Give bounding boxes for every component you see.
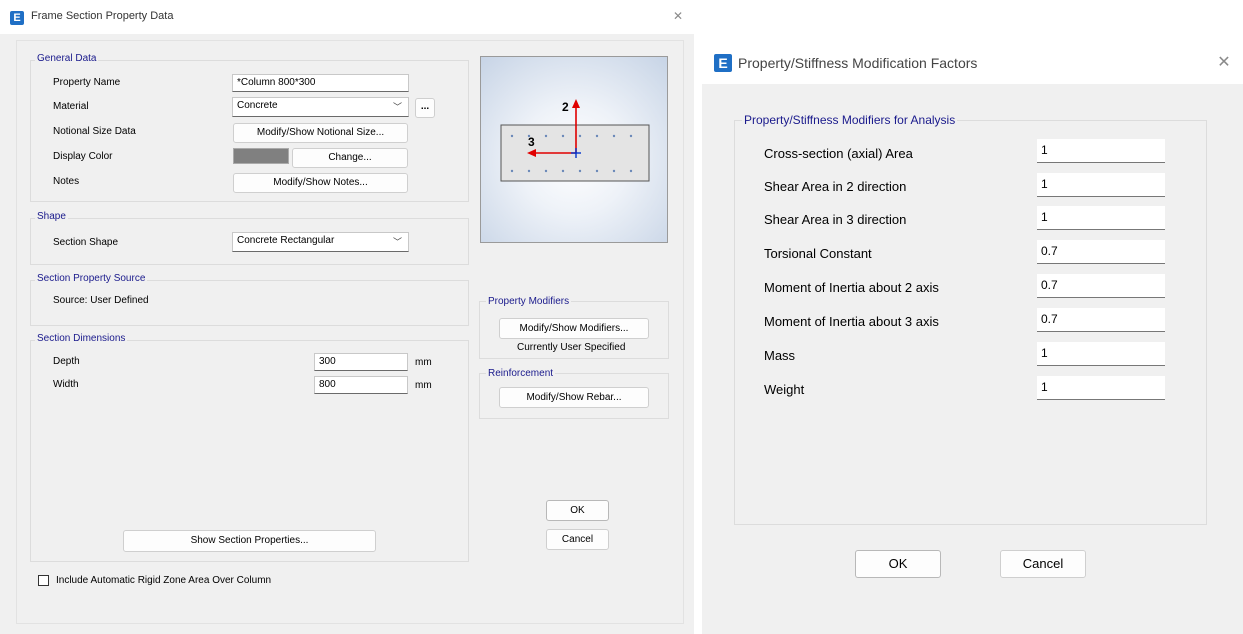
close-icon[interactable]: ✕ [668,9,688,23]
depth-unit: mm [415,357,432,368]
modifiers-status: Currently User Specified [517,342,626,353]
notional-size-label: Notional Size Data [53,126,136,137]
dialog-title: Property/Stiffness Modification Factors [738,55,978,71]
general-data-legend: General Data [35,53,99,64]
source-text: Source: User Defined [53,295,149,306]
chevron-down-icon: ﹀ [392,102,402,112]
section-shape-label: Section Shape [53,237,119,248]
cancel-button[interactable]: Cancel [1000,550,1086,578]
width-input[interactable]: 800 [314,376,408,394]
notes-label: Notes [53,176,80,187]
modifier-input[interactable]: 0.7 [1037,240,1165,264]
close-icon[interactable]: ✕ [1212,52,1236,72]
etabs-app-icon: E [714,54,732,72]
modify-modifiers-button[interactable]: Modify/Show Modifiers... [499,318,649,339]
rigid-zone-checkbox[interactable] [38,575,49,586]
modifier-label: Moment of Inertia about 2 axis [764,280,939,295]
modifier-input[interactable]: 1 [1037,173,1165,197]
modifier-input[interactable]: 1 [1037,139,1165,163]
width-label: Width [53,379,79,390]
modifier-label: Torsional Constant [764,246,872,261]
modify-rebar-button[interactable]: Modify/Show Rebar... [499,387,649,408]
property-name-label: Property Name [53,77,121,88]
width-unit: mm [415,380,432,391]
property-name-input[interactable]: *Column 800*300 [232,74,409,92]
stiffness-modifiers-dialog: E Property/Stiffness Modification Factor… [702,40,1243,634]
cancel-button[interactable]: Cancel [546,529,609,550]
modifier-input[interactable]: 0.7 [1037,274,1165,298]
modifier-input[interactable]: 1 [1037,376,1165,400]
material-more-button[interactable]: ... [415,98,435,118]
dialog-title: Frame Section Property Data [31,10,174,22]
modifier-label: Shear Area in 3 direction [764,212,907,227]
modifier-input[interactable]: 1 [1037,206,1165,230]
section-preview-drawing: 2 3 [500,99,650,182]
material-label: Material [53,101,89,112]
display-color-label: Display Color [53,151,113,162]
section-shape-select[interactable]: Concrete Rectangular ﹀ [232,232,409,252]
material-value: Concrete [237,100,278,111]
dialog-titlebar: E Property/Stiffness Modification Factor… [702,40,1243,84]
rigid-zone-label: Include Automatic Rigid Zone Area Over C… [56,575,272,586]
axis-2-label: 2 [562,100,569,114]
notional-size-button[interactable]: Modify/Show Notional Size... [233,123,408,143]
modifier-label: Shear Area in 2 direction [764,179,907,194]
depth-input[interactable]: 300 [314,353,408,371]
reinforcement-legend: Reinforcement [486,368,556,379]
modifier-label: Weight [764,382,805,397]
axis-2-arrowhead [572,99,580,108]
dialog-titlebar: E Frame Section Property Data ✕ [0,0,694,34]
section-source-legend: Section Property Source [35,273,148,284]
section-preview: 2 3 [480,56,668,243]
ok-button[interactable]: OK [855,550,941,578]
modifier-label: Moment of Inertia about 3 axis [764,314,939,329]
chevron-down-icon: ﹀ [392,237,402,247]
modifier-input[interactable]: 1 [1037,342,1165,366]
property-modifiers-legend: Property Modifiers [486,296,572,307]
section-dimensions-legend: Section Dimensions [35,333,128,344]
display-color-swatch [233,148,289,164]
section-dimensions-group [30,340,469,562]
axis-3-label: 3 [528,135,535,149]
modifier-label: Cross-section (axial) Area [764,146,913,161]
modifier-label: Mass [764,348,796,363]
frame-section-dialog: E Frame Section Property Data ✕ General … [0,0,694,634]
shape-legend: Shape [35,211,68,222]
etabs-app-icon: E [10,11,24,25]
ok-button[interactable]: OK [546,500,609,521]
change-color-button[interactable]: Change... [292,148,408,168]
depth-label: Depth [53,356,80,367]
show-section-properties-button[interactable]: Show Section Properties... [123,530,376,552]
modifiers-legend: Property/Stiffness Modifiers for Analysi… [742,113,958,127]
material-select[interactable]: Concrete ﹀ [232,97,409,117]
section-shape-value: Concrete Rectangular [237,235,335,246]
notes-button[interactable]: Modify/Show Notes... [233,173,408,193]
modifier-input[interactable]: 0.7 [1037,308,1165,332]
